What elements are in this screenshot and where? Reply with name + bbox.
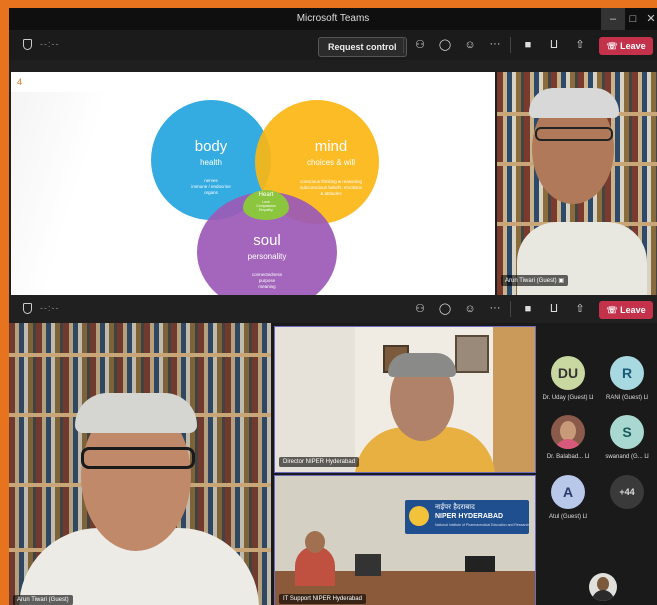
more-participants-button[interactable]: +44 (610, 475, 644, 509)
avatar[interactable]: R (610, 356, 644, 390)
leave-button[interactable]: ☏ Leave (599, 301, 653, 319)
reactions-icon[interactable]: ☺ (462, 37, 478, 53)
avatar[interactable]: DU (551, 356, 585, 390)
chat-icon[interactable]: ◯ (437, 37, 453, 53)
mic-off-icon[interactable]: ⨿ (546, 301, 562, 317)
phone-icon: ☏ (606, 305, 621, 315)
monitor (465, 556, 495, 572)
glasses (535, 127, 613, 141)
meeting-toolbar-secondary: --:-- ⚇ ◯ ☺ ··· ■ ⨿ ⇧ ☏ Leave (9, 295, 657, 323)
slide-number: 4 (17, 77, 23, 87)
avatar[interactable]: A (551, 475, 585, 509)
mic-off-icon: ⨿ (582, 514, 587, 520)
mic-off-icon: ⨿ (643, 395, 648, 401)
shield-icon (23, 39, 32, 50)
share-icon[interactable]: ⇧ (572, 37, 588, 53)
video-tile-arun-top[interactable]: Arun Tiwari (Guest) ▣ (497, 72, 657, 295)
video-tile-director[interactable]: Director NIPER Hyderabad (274, 326, 536, 473)
banner-hindi: नाईपर हैदराबाद (435, 503, 475, 511)
leave-label: Leave (620, 41, 646, 51)
more-icon[interactable]: ··· (487, 36, 503, 52)
wooden-panel (493, 327, 535, 472)
banner-english: NIPER HYDERABAD (435, 513, 504, 520)
close-icon[interactable]: ✕ (639, 8, 657, 30)
more-icon[interactable]: ··· (487, 300, 503, 316)
heart-detail: Love Compassion Empathy (256, 200, 276, 212)
niper-banner: नाईपर हैदराबाद NIPER HYDERABAD National … (405, 500, 529, 534)
participant-roster: DU Dr. Uday (Guest) ⨿ R RANI (Guest) ⨿ D… (539, 323, 657, 605)
wall-portrait (455, 335, 489, 373)
mind-title: mind (314, 138, 348, 155)
cabinet (275, 327, 355, 472)
monitor (355, 554, 381, 576)
people-icon[interactable]: ⚇ (412, 37, 428, 53)
toolbar-divider (403, 37, 404, 53)
person-hair (75, 393, 197, 433)
avatar-photo[interactable] (551, 415, 585, 449)
body-detail: nerves immune / endocrine organs (191, 178, 231, 195)
mic-off-icon: ⨿ (584, 454, 590, 460)
toolbar-divider (510, 301, 511, 317)
participant-name: swanand (G... ⨿ (605, 454, 649, 460)
soul-subtitle: personality (247, 252, 287, 261)
participant-name-tag: Director NIPER Hyderabad (279, 457, 360, 467)
mind-subtitle: choices & will (306, 158, 355, 167)
self-view-avatar[interactable] (589, 573, 617, 601)
camera-off-icon[interactable]: ■ (520, 301, 536, 317)
leave-button[interactable]: ☏ Leave (599, 37, 653, 55)
reactions-icon[interactable]: ☺ (462, 301, 478, 317)
glasses (81, 447, 195, 469)
request-control-button[interactable]: Request control (318, 37, 407, 57)
participant-name: Atul (Guest) ⨿ (548, 514, 587, 520)
toolbar-divider (510, 37, 511, 53)
banner-subtitle: National Institute of Pharmaceutical Edu… (435, 523, 530, 527)
teams-window: Microsoft Teams – □ ✕ --:-- Request cont… (9, 8, 657, 605)
participant-name-tag: Arun Tiwari (Guest) (13, 595, 73, 605)
brush-decoration (11, 92, 116, 295)
title-bar: Microsoft Teams – □ ✕ (9, 8, 657, 30)
camera-off-icon[interactable]: ■ (520, 37, 536, 53)
body-subtitle: health (200, 158, 222, 167)
video-tile-room[interactable]: नाईपर हैदराबाद NIPER HYDERABAD National … (274, 475, 536, 605)
mic-off-icon: ⨿ (644, 454, 649, 460)
participant-name-tag: IT Support NIPER Hyderabad (279, 594, 366, 604)
phone-icon: ☏ (606, 41, 621, 51)
meeting-timer: --:-- (40, 303, 60, 313)
leave-label: Leave (620, 305, 646, 315)
mind-detail: conscious thinking & reasoning subconsci… (299, 179, 363, 196)
shared-slide: 4 body health nerves immune / endocrine … (11, 72, 495, 295)
video-tile-arun-main[interactable]: Arun Tiwari (Guest) (9, 323, 271, 605)
mic-off-icon[interactable]: ⨿ (546, 37, 562, 53)
video-grid: Arun Tiwari (Guest) Director NIPER Hyder… (9, 323, 657, 605)
participant-name: RANI (Guest) ⨿ (605, 395, 648, 401)
shelf (9, 353, 271, 357)
soul-detail: connectedness purpose meaning (251, 272, 283, 289)
person-hair (529, 88, 619, 118)
shield-icon (23, 303, 32, 314)
people-icon[interactable]: ⚇ (412, 301, 428, 317)
person-face (305, 531, 325, 553)
window-title: Microsoft Teams (296, 13, 370, 24)
meeting-toolbar: --:-- Request control ⚇ ◯ ☺ ··· ■ ⨿ ⇧ ☏ … (9, 30, 657, 60)
niper-logo (409, 506, 429, 526)
screen-share-icon: ▣ (558, 278, 565, 284)
heart-title: Heart (258, 192, 274, 198)
body-title: body (194, 138, 228, 155)
participant-name-tag: Arun Tiwari (Guest) ▣ (501, 275, 569, 286)
meeting-timer: --:-- (40, 39, 60, 49)
person-hair (388, 353, 456, 377)
share-icon[interactable]: ⇧ (572, 301, 588, 317)
chat-icon[interactable]: ◯ (437, 301, 453, 317)
avatar[interactable]: S (610, 415, 644, 449)
soul-title: soul (253, 232, 281, 249)
